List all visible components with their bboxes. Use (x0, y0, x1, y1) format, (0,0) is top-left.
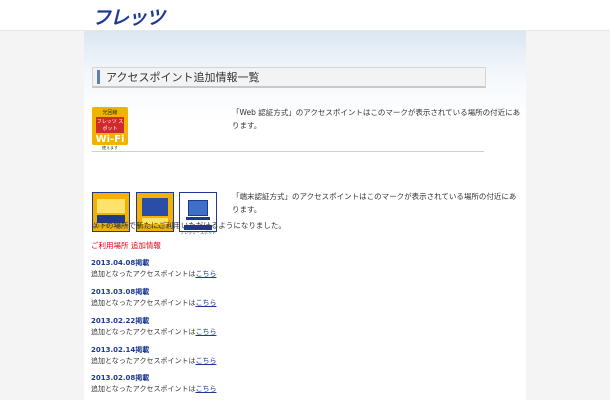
entry-link[interactable]: こちら (195, 270, 216, 278)
site-header: フレッツ (0, 0, 610, 31)
list-item: 2013.03.08掲載 追加となったアクセスポイントはこちら (91, 287, 216, 310)
wifi-badge-big: Wi-Fi (95, 134, 125, 145)
entry-text: 追加となったアクセスポイントは (91, 328, 196, 336)
flets-logo[interactable]: フレッツ (92, 3, 165, 30)
entry-text: 追加となったアクセスポイントは (91, 270, 196, 278)
entry-link[interactable]: こちら (195, 328, 216, 336)
right-margin (526, 0, 610, 400)
wifi-badge-icon: 光回線 フレッツ スポット Wi-Fi 使えます (92, 107, 128, 150)
entry-date: 2013.03.08掲載 (91, 288, 150, 296)
list-item: 2013.02.08掲載 追加となったアクセスポイントはこちら (91, 373, 216, 396)
entry-date: 2013.02.14掲載 (91, 346, 150, 354)
entry-text: 追加となったアクセスポイントは (91, 299, 196, 307)
list-item: 2013.02.22掲載 追加となったアクセスポイントはこちら (91, 316, 216, 339)
list-item: 2013.04.08掲載 追加となったアクセスポイントはこちら (91, 258, 216, 281)
entry-link[interactable]: こちら (195, 385, 216, 393)
intro-text: 以下の場所で新たにご利用いただけるようになりました。 (91, 221, 286, 230)
section-title: アクセスポイント追加情報一覧 (92, 67, 486, 88)
section-title-text: アクセスポイント追加情報一覧 (106, 71, 260, 84)
entry-date: 2013.02.08掲載 (91, 374, 150, 382)
device-auth-description: 「端末認証方式」のアクセスポイントはこのマークが表示されている場所の付近にありま… (232, 192, 517, 214)
divider (92, 151, 484, 152)
entry-link[interactable]: こちら (195, 357, 216, 365)
wifi-badge-top: 光回線 (102, 110, 118, 116)
main-content: アクセスポイント追加情報一覧 光回線 フレッツ スポット Wi-Fi 使えます … (84, 31, 526, 400)
entry-link[interactable]: こちら (195, 299, 216, 307)
left-margin (0, 0, 84, 400)
entry-text: 追加となったアクセスポイントは (91, 385, 196, 393)
list-item: 2013.02.14掲載 追加となったアクセスポイントはこちら (91, 345, 216, 368)
location-subhead: ご利用場所 追加情報 (91, 241, 161, 250)
entry-text: 追加となったアクセスポイントは (91, 357, 196, 365)
title-accent-bar (97, 70, 100, 84)
entry-date: 2013.04.08掲載 (91, 259, 150, 267)
entry-date: 2013.02.22掲載 (91, 317, 150, 325)
wifi-badge-mid: フレッツ スポット (96, 117, 124, 133)
web-auth-description: 「Web 認証方式」のアクセスポイントはこのマークが表示されている場所の付近にあ… (232, 108, 521, 130)
